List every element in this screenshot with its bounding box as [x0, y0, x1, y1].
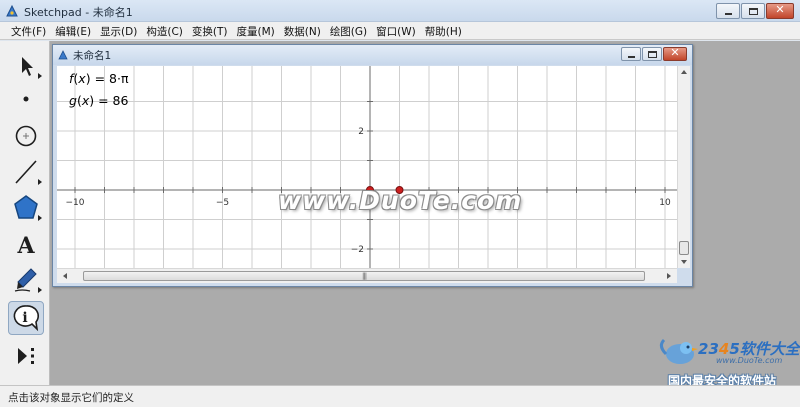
minimize-icon — [628, 56, 635, 58]
custom-tool[interactable] — [8, 339, 44, 373]
menu-bar: 文件(F) 编辑(E) 显示(D) 构造(C) 变换(T) 度量(M) 数据(N… — [0, 22, 800, 40]
minimize-button[interactable] — [716, 3, 740, 19]
coordinate-grid[interactable]: −10 −5 5 102−2 — [57, 66, 677, 268]
close-button[interactable]: ✕ — [766, 3, 794, 19]
menu-number[interactable]: 数据(N) — [281, 22, 327, 39]
scroll-left-arrow-icon[interactable] — [63, 273, 67, 279]
menu-transform[interactable]: 变换(T) — [189, 22, 234, 39]
menu-file[interactable]: 文件(F) — [8, 22, 52, 39]
menu-construct[interactable]: 构造(C) — [143, 22, 189, 39]
text-a-icon: A — [16, 233, 35, 259]
tool-menu-arrow-icon — [38, 287, 42, 293]
scroll-right-arrow-icon[interactable] — [667, 273, 671, 279]
svg-text:i: i — [22, 310, 27, 326]
site-logo-watermark: 2345软件大全 www.DuoTe.com 国内最安全的软件站 — [656, 334, 800, 388]
y-tick-label: −2 — [351, 245, 364, 255]
function-f-label[interactable]: f(x) = 8·π — [69, 71, 128, 86]
tool-menu-arrow-icon — [38, 73, 42, 79]
info-icon: i — [13, 305, 40, 332]
function-g-label[interactable]: g(x) = 86 — [69, 93, 128, 108]
circle-icon — [15, 125, 37, 147]
window-controls: ✕ — [716, 3, 794, 19]
function-f-name: f — [69, 71, 74, 86]
bird-logo-icon — [659, 338, 698, 364]
polygon-tool[interactable] — [8, 191, 44, 225]
horizontal-scroll-thumb[interactable]: ||| — [83, 271, 645, 281]
duote-watermark: www.DuoTe.com — [278, 186, 523, 215]
sketchpad-app-icon — [6, 5, 18, 17]
tool-menu-arrow-icon — [38, 179, 42, 185]
svg-text:A: A — [16, 233, 35, 259]
function-f-var: x — [78, 71, 86, 86]
maximize-button[interactable] — [741, 3, 765, 19]
function-g-name: g — [69, 93, 77, 108]
text-tool[interactable]: A — [8, 227, 44, 261]
menu-edit[interactable]: 编辑(E) — [52, 22, 97, 39]
x-tick-label: −5 — [216, 198, 229, 208]
close-icon: ✕ — [775, 3, 785, 16]
maximize-icon — [648, 51, 657, 58]
menu-display[interactable]: 显示(D) — [97, 22, 143, 39]
document-window-controls: ✕ — [621, 46, 687, 61]
minimize-icon — [725, 13, 732, 15]
marker-tool[interactable] — [8, 263, 44, 297]
scroll-up-arrow-icon[interactable] — [681, 70, 687, 74]
menu-window[interactable]: 窗口(W) — [373, 22, 422, 39]
vertical-scroll-thumb[interactable] — [679, 241, 689, 255]
menu-help[interactable]: 帮助(H) — [422, 22, 468, 39]
horizontal-scrollbar[interactable]: ||| — [57, 268, 677, 283]
brand-prefix: 2 — [698, 340, 709, 358]
document-window: 未命名1 ✕ −10 −5 5 10 2 −2 f(x) = 8·π g(x) = 86 … — [52, 44, 693, 287]
scroll-down-arrow-icon[interactable] — [681, 260, 687, 264]
doc-minimize-button[interactable] — [621, 47, 641, 61]
compass-tool[interactable] — [8, 119, 44, 153]
point-tool[interactable] — [8, 83, 44, 117]
app-title-bar: Sketchpad - 未命名1 ✕ — [0, 0, 800, 22]
menu-measure[interactable]: 度量(M) — [233, 22, 280, 39]
point-icon — [23, 96, 29, 102]
tool-menu-arrow-icon — [38, 215, 42, 221]
maximize-icon — [749, 8, 758, 15]
status-text: 点击该对象显示它们的定义 — [8, 392, 134, 404]
x-tick-label: −10 — [66, 198, 85, 208]
function-f-expr: = 8·π — [90, 71, 129, 86]
brand-url: www.DuoTe.com — [716, 356, 783, 365]
scroll-grip-icon: ||| — [362, 272, 367, 280]
document-icon — [58, 50, 68, 60]
toolbox: A i — [0, 41, 50, 385]
vertical-scrollbar[interactable] — [677, 66, 690, 268]
document-title: 未命名1 — [73, 50, 112, 62]
y-tick-label: 2 — [358, 127, 364, 137]
close-icon: ✕ — [670, 46, 680, 59]
information-tool[interactable]: i — [8, 301, 44, 335]
custom-tool-icon — [18, 348, 34, 364]
straightedge-tool[interactable] — [8, 155, 44, 189]
sketch-canvas[interactable]: −10 −5 5 10 2 −2 f(x) = 8·π g(x) = 86 — [57, 66, 677, 268]
x-tick-label: 10 — [659, 198, 671, 208]
document-title-bar: 未命名1 ✕ — [53, 45, 692, 65]
function-g-var: x — [81, 93, 90, 108]
app-title: Sketchpad - 未命名1 — [24, 6, 133, 19]
arrow-select-tool[interactable] — [8, 49, 44, 83]
menu-graph[interactable]: 绘图(G) — [327, 22, 373, 39]
doc-close-button[interactable]: ✕ — [663, 46, 687, 61]
doc-maximize-button[interactable] — [642, 47, 662, 61]
status-bar: 点击该对象显示它们的定义 — [0, 385, 800, 407]
function-g-expr: = 86 — [94, 93, 129, 108]
